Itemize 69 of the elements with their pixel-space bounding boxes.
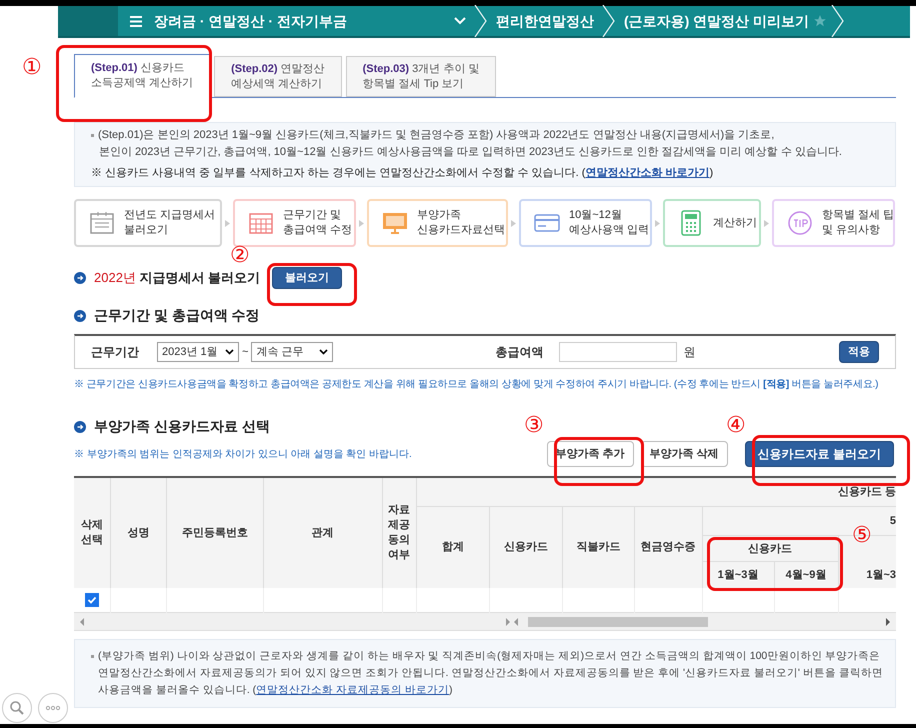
input-field[interactable] [559, 342, 678, 362]
menu-title[interactable]: 장려금 · 연말정산 · 전자기부금 [154, 10, 454, 32]
chevron-right-icon [359, 220, 364, 226]
step-number: ② [230, 243, 250, 269]
breadcrumb-separator-icon [602, 5, 616, 37]
breadcrumb-link[interactable]: 편리한연말정산 [496, 10, 594, 32]
button[interactable]: 적용 [839, 341, 879, 363]
section-title: 부양가족 신용카드자료 선택 [94, 417, 270, 436]
button[interactable]: 부양가족 삭제 [640, 441, 728, 467]
info-text: 본인이 2023년 근무기간, 총급여액, 10월~12월 신용카드 예상사용금액을 따로 입력하면 2023년도 신용카드로 인한 절감세액을 미리 예상할 수 있습니다. [99, 145, 842, 160]
info-text: (부양가족 범위) 나이와 상관없이 근로자와 생계를 같이 하는 배우자 및 직계존비속(형제자매는 제외)으로서 연간 소득금액의 합계액이 100만원이하인 부양가족은 연말정산간소화에서 자료제공동의가 되어 있지 않으면 조회가 안됩니다. 연말정산간소화에서 자료제공동의를 받은 후에 '신용카드자료 불러오기' 버튼을 클릭하면 사용금액을 불러올수 있습니다. (연말정산간소화 자료제공동의 바로가기) [98, 649, 883, 698]
section-title: 근무기간 및 총급여액 수정 [94, 306, 260, 325]
tab[interactable]: (Step.02) 연말정산 예상세액 계산하기 [214, 56, 342, 97]
column-header: 신용카드 [702, 536, 838, 562]
tab[interactable]: (Step.03) 3개년 추이 및 항목별 절세 Tip 보기 [346, 56, 496, 97]
bullet-icon [74, 310, 86, 322]
zoom-icon[interactable] [2, 693, 32, 723]
chevron-down-icon [225, 349, 234, 355]
step-number: ④ [726, 413, 746, 439]
bullet-icon [74, 420, 86, 432]
column-header: 신용카드 등 [416, 477, 896, 506]
chevron-down-icon[interactable] [454, 17, 466, 25]
dropdown[interactable]: 계속 근무 [251, 342, 334, 362]
section-title: 2022년 지급명세서 불러오기 [94, 269, 260, 288]
scroll-thumb[interactable] [528, 616, 708, 626]
step-label: 전년도 지급명세서 불러오기 [124, 208, 216, 238]
checkbox[interactable] [84, 592, 99, 607]
breadcrumb-separator-icon [831, 5, 846, 37]
chevron-right-icon [655, 220, 660, 226]
column-header: 합계 [440, 540, 465, 555]
calendar-icon [88, 209, 116, 237]
field-label: 총급여액 [495, 344, 544, 361]
button[interactable]: 불러오기 [272, 267, 342, 289]
link[interactable]: 연말정산간소화 바로가기 [585, 167, 710, 179]
bullet-icon [74, 272, 86, 284]
tab[interactable]: (Step.01) 신용카드 소득공제액 계산하기 [74, 54, 210, 98]
step-label: 근무기간 및 총급여액 수정 [283, 208, 352, 238]
chevron-right-icon [511, 220, 516, 226]
range-separator: ~ [242, 344, 248, 360]
note-text: ※ 근무기간은 신용카드사용금액을 확정하고 총급여액은 공제한도 계산을 위해 필요하므로 올해의 상황에 맞게 수정하여 주시기 바랍니다. (수정 후에는 반드시 [적용] 버튼을 눌러주세요.) [74, 378, 880, 392]
chevron-right-icon [225, 220, 230, 226]
button[interactable]: 부양가족 추가 [546, 441, 634, 467]
column-header: 4월~9월 [774, 562, 838, 588]
step-label: 계산하기 [713, 216, 757, 230]
info-note: ※ 신용카드 사용내역 중 일부를 삭제하고자 하는 경우에는 연말정산간소화에서 수정할 수 있습니다. (연말정산간소화 바로가기) [91, 166, 714, 181]
step-number: ⑤ [852, 523, 872, 549]
info-text: (Step.01)은 본인의 2023년 1월~9월 신용카드(체크,직불카드 및 현금영수증 포함) 사용액과 2022년도 연말정산 내용(지급명세서)을 기초로, [98, 128, 774, 143]
chevron-down-icon [319, 349, 328, 355]
bullet-icon [91, 655, 94, 658]
breadcrumb-separator-icon [474, 5, 488, 37]
step-label: 부양가족 신용카드자료선택 [417, 208, 505, 238]
button[interactable]: 신용카드자료 불러오기 [744, 441, 894, 467]
field-label: 근무기간 [91, 344, 139, 361]
link[interactable]: 연말정산간소화 자료제공동의 바로가기 [256, 684, 450, 696]
chevron-right-icon [764, 220, 769, 226]
step-number: ③ [524, 413, 544, 439]
menu-icon[interactable] [130, 16, 142, 26]
breadcrumb-link[interactable]: (근로자용) 연말정산 미리보기 [624, 10, 810, 32]
step-label: 10월~12월 예상사용액 입력 [569, 208, 650, 238]
column-header: 삭제 선택 [80, 518, 104, 548]
star-icon[interactable] [813, 14, 828, 28]
more-icon[interactable] [38, 693, 68, 723]
step-label: 항목별 절세 팁 및 유의사항 [822, 208, 894, 238]
note-text: ※ 부양가족의 범위는 인적공제와 차이가 있으니 아래 설명을 확인 바랍니다. [74, 448, 412, 462]
unit-label: 원 [683, 344, 696, 361]
dropdown[interactable]: 2023년 1월 [157, 342, 239, 362]
bullet-icon [91, 134, 94, 137]
step-number: ① [22, 55, 42, 81]
tip-icon [786, 209, 814, 237]
